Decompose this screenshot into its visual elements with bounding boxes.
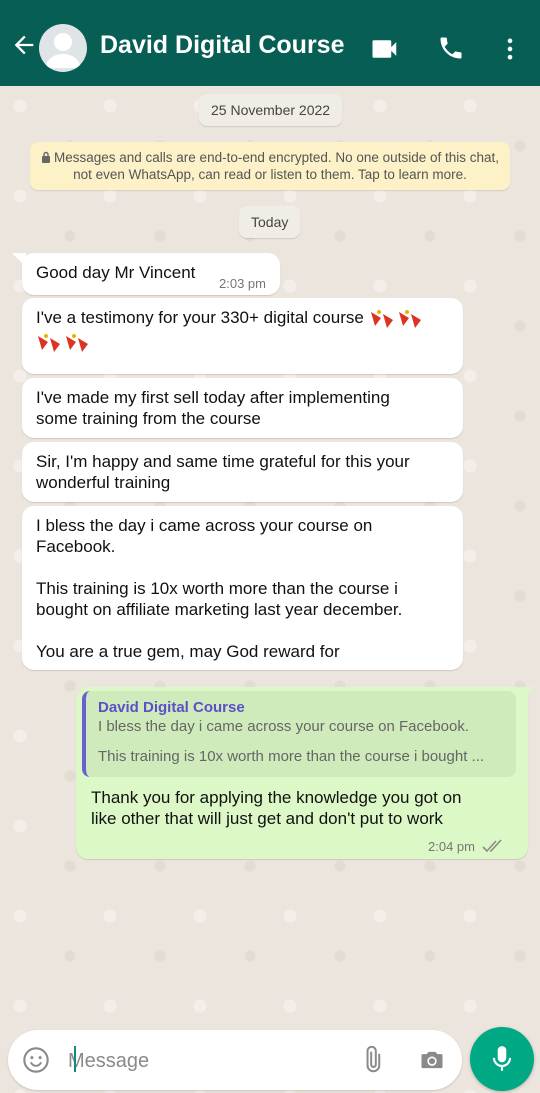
video-call-icon[interactable] — [370, 34, 400, 64]
message-bubble[interactable]: I've a testimony for your 330+ digital c… — [22, 298, 463, 374]
message-text: I bless the day i came across your cours… — [36, 516, 403, 661]
quoted-message[interactable]: David Digital Course I bless the day i c… — [82, 691, 516, 777]
message-time: 2:04 pm — [428, 839, 475, 854]
message-bubble[interactable]: Good day Mr Vincent 2:03 pm — [22, 253, 280, 295]
chat-header: David Digital Course — [0, 0, 540, 86]
party-emoji-icon — [369, 308, 425, 330]
lock-icon — [41, 151, 51, 163]
message-text: Sir, I'm happy and same time grateful fo… — [36, 452, 410, 492]
encryption-notice-text: Messages and calls are end-to-end encryp… — [53, 150, 499, 182]
message-composer — [8, 1030, 462, 1090]
message-text: I've a testimony for your 330+ digital c… — [36, 308, 364, 327]
avatar[interactable] — [39, 24, 87, 72]
back-arrow-icon[interactable] — [10, 31, 38, 59]
attach-icon[interactable] — [358, 1046, 386, 1074]
message-text: Thank you for applying the knowledge you… — [91, 788, 462, 828]
message-bubble[interactable]: Sir, I'm happy and same time grateful fo… — [22, 442, 463, 502]
voice-record-button[interactable] — [470, 1027, 534, 1091]
emoji-icon[interactable] — [22, 1046, 50, 1074]
phone-icon[interactable] — [437, 34, 467, 64]
chat-title[interactable]: David Digital Course — [100, 31, 345, 60]
message-text: I've made my first sell today after impl… — [36, 388, 390, 428]
more-vert-icon[interactable] — [496, 34, 524, 64]
camera-icon[interactable] — [418, 1046, 446, 1074]
outgoing-message-bubble[interactable]: David Digital Course I bless the day i c… — [76, 687, 528, 859]
quoted-text-line: I bless the day i came across your cours… — [98, 718, 470, 735]
double-check-icon — [482, 838, 506, 854]
message-bubble[interactable]: I've made my first sell today after impl… — [22, 378, 463, 438]
encryption-notice[interactable]: Messages and calls are end-to-end encryp… — [30, 142, 510, 190]
message-time: 2:03 pm — [219, 276, 266, 291]
text-caret — [74, 1046, 76, 1072]
date-chip: 25 November 2022 — [199, 94, 343, 126]
quoted-sender: David Digital Course — [98, 699, 245, 716]
message-bubble[interactable]: I bless the day i came across your cours… — [22, 506, 463, 670]
today-chip: Today — [239, 206, 301, 238]
microphone-icon — [489, 1044, 515, 1074]
message-text: Good day Mr Vincent — [36, 263, 196, 282]
quoted-text-line: This training is 10x worth more than the… — [98, 748, 485, 765]
party-emoji-icon — [36, 332, 92, 354]
message-input[interactable] — [66, 1044, 350, 1078]
